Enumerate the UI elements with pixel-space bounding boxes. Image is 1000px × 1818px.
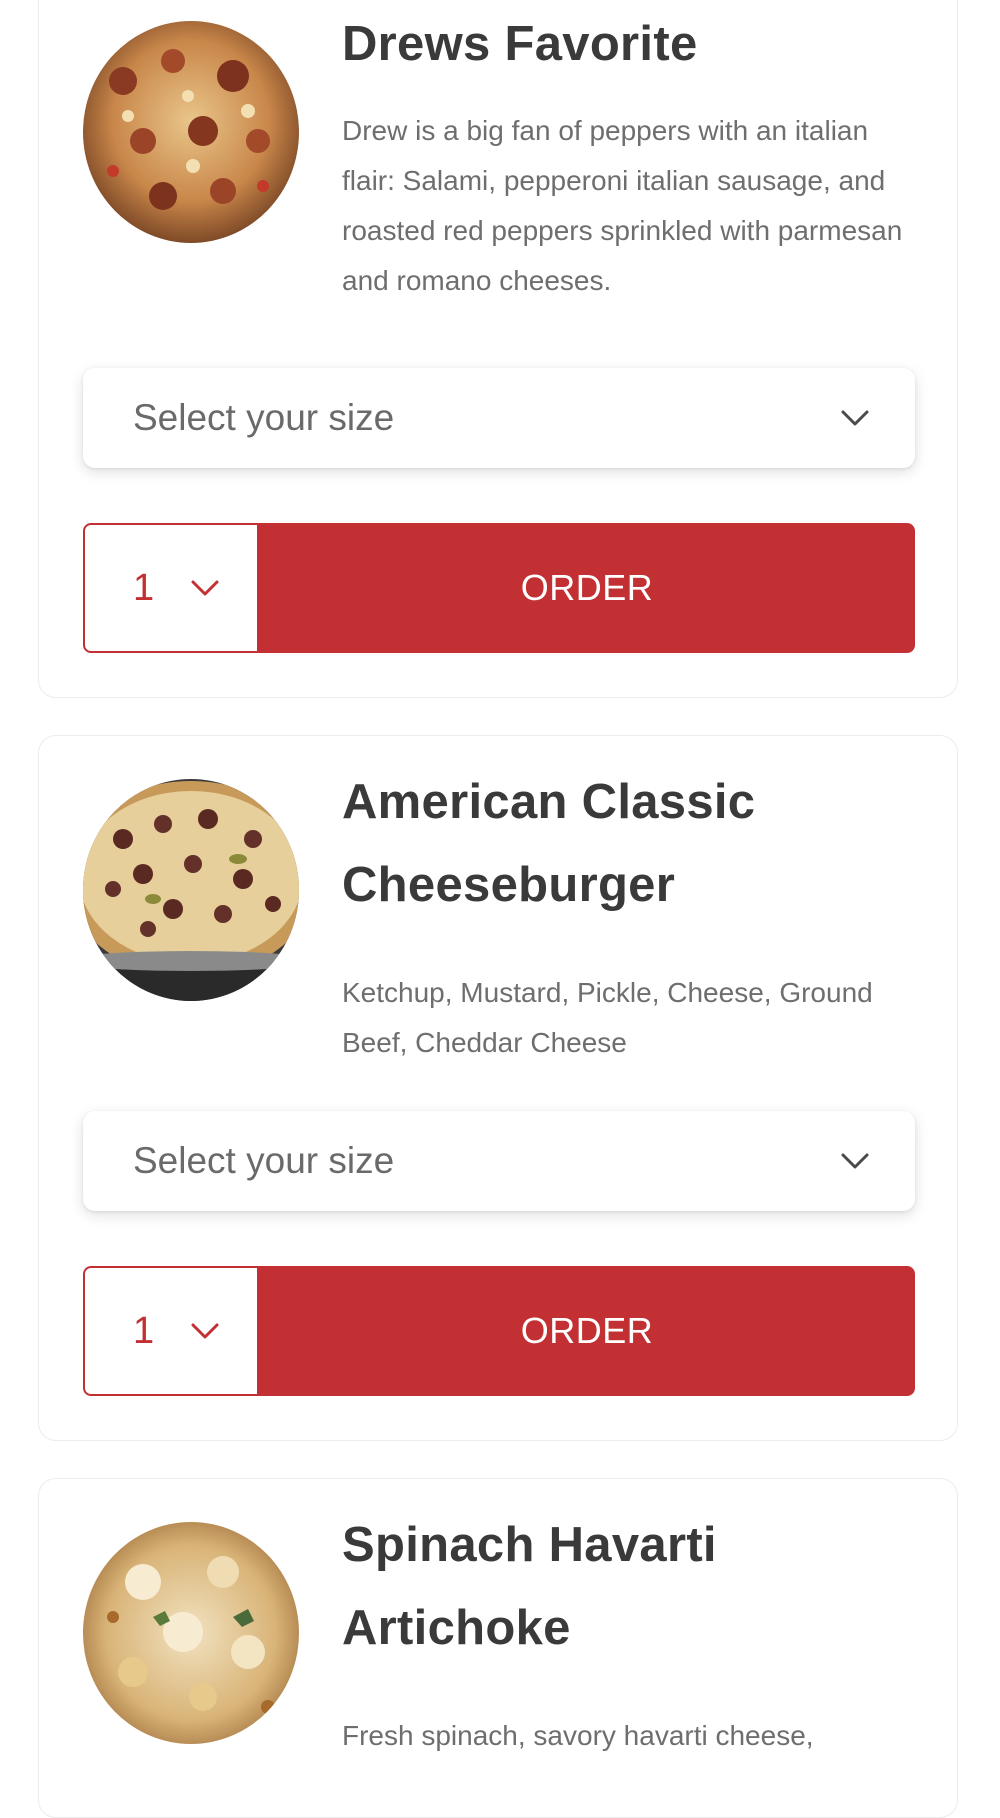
menu-item-card: Spinach Havarti Artichoke Fresh spinach,… (38, 1478, 958, 1818)
chevron-down-icon (841, 1153, 869, 1169)
item-title: Spinach Havarti Artichoke (342, 1518, 717, 1655)
pizza-image (83, 1522, 299, 1744)
menu-item-card: American Classic Cheeseburger Ketchup, M… (38, 735, 958, 1441)
quantity-select[interactable]: 1 (83, 523, 259, 653)
size-select-placeholder: Select your size (133, 1140, 395, 1181)
quantity-value: 1 (133, 567, 155, 609)
order-button[interactable]: ORDER (259, 1266, 915, 1396)
item-description: Ketchup, Mustard, Pickle, Cheese, Ground… (342, 977, 873, 1058)
size-select-placeholder: Select your size (133, 397, 395, 438)
pizza-image (83, 21, 299, 243)
item-title: American Classic Cheeseburger (342, 775, 756, 912)
order-row: 1 ORDER (83, 1266, 915, 1396)
size-select[interactable]: Select your size (83, 368, 915, 468)
menu-item-card: Drews Favorite Drew is a big fan of pepp… (38, 0, 958, 698)
chevron-down-icon (841, 410, 869, 426)
chevron-down-icon (191, 580, 219, 596)
pizza-image (83, 779, 299, 1001)
order-row: 1 ORDER (83, 523, 915, 653)
order-button[interactable]: ORDER (259, 523, 915, 653)
chevron-down-icon (191, 1323, 219, 1339)
size-select[interactable]: Select your size (83, 1111, 915, 1211)
item-title: Drews Favorite (342, 17, 698, 71)
quantity-value: 1 (133, 1310, 155, 1352)
quantity-select[interactable]: 1 (83, 1266, 259, 1396)
item-description: Drew is a big fan of peppers with an ita… (342, 115, 903, 296)
item-description: Fresh spinach, savory havarti cheese, (342, 1720, 814, 1751)
